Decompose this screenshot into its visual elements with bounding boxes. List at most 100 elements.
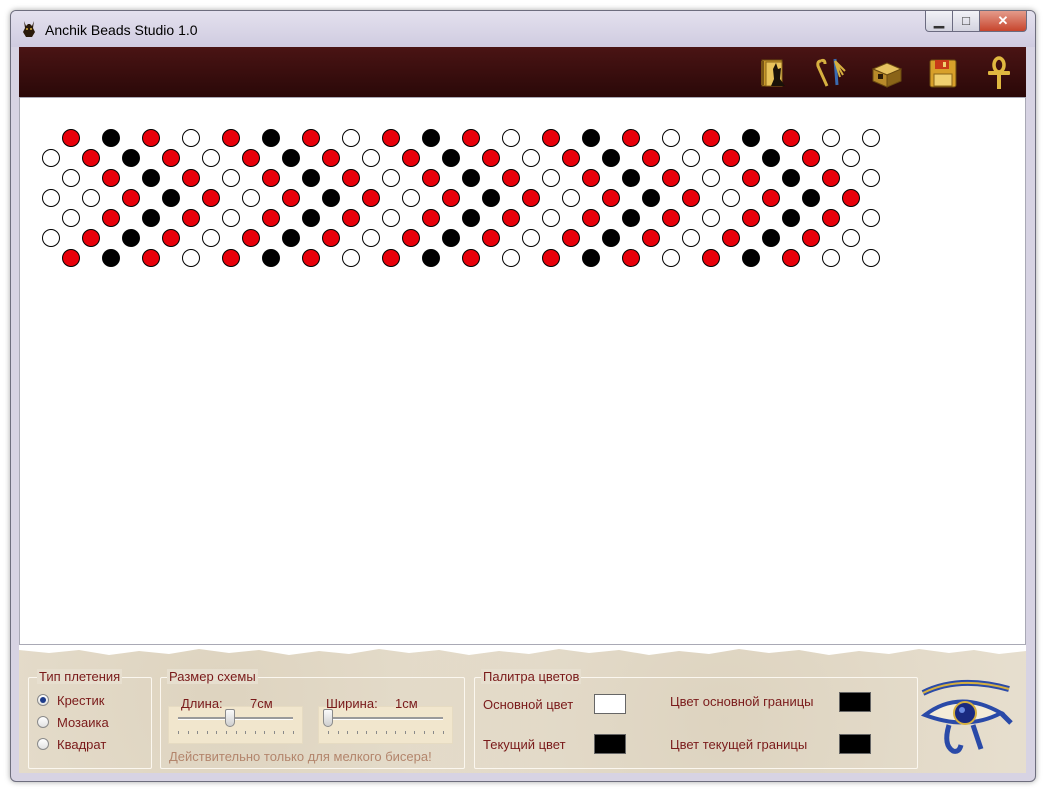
bead[interactable] [282,149,300,167]
bead[interactable] [142,169,160,187]
bead[interactable] [62,129,80,147]
bead[interactable] [462,209,480,227]
bead[interactable] [362,229,380,247]
bead[interactable] [222,249,240,267]
bead[interactable] [342,209,360,227]
bead[interactable] [462,129,480,147]
bead[interactable] [242,189,260,207]
bead[interactable] [182,249,200,267]
bead[interactable] [582,209,600,227]
bead[interactable] [102,129,120,147]
bead[interactable] [722,229,740,247]
bead-canvas[interactable] [19,97,1026,645]
bead[interactable] [782,129,800,147]
bead[interactable] [162,189,180,207]
bead[interactable] [82,229,100,247]
weave-option-2[interactable]: Мозаика [37,713,109,731]
bead[interactable] [642,229,660,247]
bead[interactable] [502,209,520,227]
bead[interactable] [222,209,240,227]
bead[interactable] [862,129,880,147]
bead[interactable] [482,189,500,207]
bead[interactable] [822,129,840,147]
main-border-color-swatch[interactable] [839,692,871,712]
bead[interactable] [722,189,740,207]
bead[interactable] [742,249,760,267]
bead[interactable] [342,249,360,267]
radio-button[interactable] [37,716,49,728]
close-button[interactable]: ✕ [980,11,1027,32]
bead[interactable] [682,189,700,207]
bead[interactable] [262,249,280,267]
bead[interactable] [202,229,220,247]
bead[interactable] [482,229,500,247]
bead[interactable] [702,129,720,147]
bead[interactable] [702,209,720,227]
bead[interactable] [822,249,840,267]
bead[interactable] [242,229,260,247]
bead[interactable] [422,209,440,227]
bead[interactable] [142,209,160,227]
bead[interactable] [62,249,80,267]
bead[interactable] [262,129,280,147]
bead[interactable] [422,129,440,147]
bead[interactable] [122,149,140,167]
bead[interactable] [322,189,340,207]
bead[interactable] [322,149,340,167]
bead[interactable] [562,149,580,167]
bead[interactable] [642,189,660,207]
bead[interactable] [302,209,320,227]
bead[interactable] [802,149,820,167]
bead[interactable] [42,149,60,167]
bead[interactable] [102,249,120,267]
bead[interactable] [282,189,300,207]
bead[interactable] [282,229,300,247]
bead[interactable] [322,229,340,247]
bead[interactable] [62,209,80,227]
bead[interactable] [542,249,560,267]
current-color-swatch[interactable] [594,734,626,754]
bead[interactable] [122,229,140,247]
bead[interactable] [182,209,200,227]
bead[interactable] [302,249,320,267]
bead[interactable] [162,149,180,167]
bead[interactable] [642,149,660,167]
bead[interactable] [82,149,100,167]
length-slider-thumb[interactable] [224,709,235,727]
bead[interactable] [362,149,380,167]
crook-flail-button[interactable] [813,55,849,91]
bead[interactable] [842,189,860,207]
treasure-chest-button[interactable] [869,55,905,91]
bead[interactable] [782,249,800,267]
bead[interactable] [362,189,380,207]
save-button[interactable] [925,55,961,91]
bead[interactable] [102,209,120,227]
bead[interactable] [542,209,560,227]
bead[interactable] [302,129,320,147]
bead[interactable] [262,209,280,227]
width-slider-thumb[interactable] [323,709,333,727]
bead[interactable] [522,189,540,207]
bead[interactable] [502,129,520,147]
bead[interactable] [702,169,720,187]
bead[interactable] [182,129,200,147]
bead[interactable] [382,169,400,187]
bead[interactable] [862,169,880,187]
bead[interactable] [122,189,140,207]
bead[interactable] [842,149,860,167]
maximize-button[interactable]: □ [953,11,980,32]
bead[interactable] [742,209,760,227]
title-bar[interactable]: Anchik Beads Studio 1.0 ▁ □ ✕ [11,11,1035,47]
bead[interactable] [402,229,420,247]
bead[interactable] [762,189,780,207]
bead[interactable] [822,169,840,187]
bead[interactable] [862,209,880,227]
weave-option-3[interactable]: Квадрат [37,735,106,753]
bead[interactable] [522,149,540,167]
bead[interactable] [202,189,220,207]
bead[interactable] [482,149,500,167]
main-color-swatch[interactable] [594,694,626,714]
bead[interactable] [582,249,600,267]
bead[interactable] [662,209,680,227]
weave-option-1[interactable]: Крестик [37,691,104,709]
